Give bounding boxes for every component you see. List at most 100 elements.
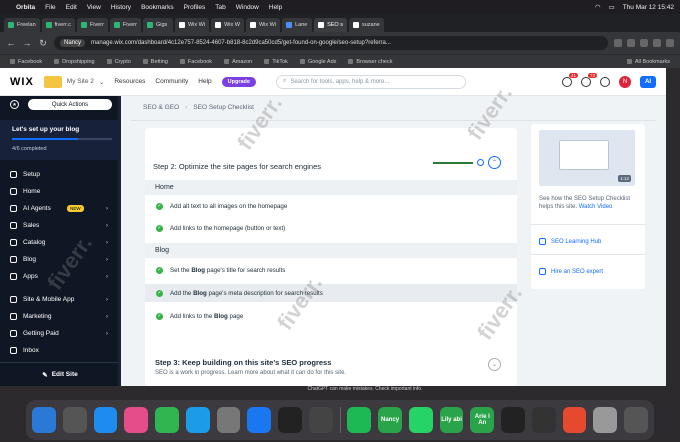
tab[interactable]: Lane (282, 18, 313, 32)
sidebar-item-blog[interactable]: Blog › (0, 251, 118, 268)
brave-icon[interactable] (562, 407, 587, 433)
watch-video-link[interactable]: Watch Video (579, 204, 613, 210)
bookmark[interactable]: Facebook (10, 59, 42, 65)
bookmark[interactable]: Facebook (179, 59, 212, 65)
browser-icon[interactable] (278, 407, 302, 433)
all-bookmarks[interactable]: All Bookmarks (626, 59, 670, 65)
tab[interactable]: Wix W (211, 18, 244, 32)
star-icon[interactable]: ★ (10, 100, 19, 109)
menu-edit[interactable]: Edit (66, 4, 77, 11)
sidebar-item-setup[interactable]: Setup (0, 166, 118, 183)
tab-active[interactable]: SEO s (314, 18, 347, 32)
bookmark[interactable]: Amazon (224, 59, 252, 65)
tab[interactable]: Fiverr (76, 18, 108, 32)
wifi-icon[interactable]: ◠ (595, 3, 601, 11)
sidebar-item-site-mobile-app[interactable]: Site & Mobile App › (0, 291, 118, 308)
whatsapp-icon[interactable] (408, 407, 433, 433)
bookmark[interactable]: Google Ads (299, 59, 336, 65)
extension-icon[interactable] (653, 39, 661, 47)
tab[interactable]: fiverr.c (41, 18, 75, 32)
spotify-icon[interactable] (347, 407, 372, 433)
menu-tab[interactable]: Tab (215, 4, 225, 11)
dock-app-ariel[interactable]: Arie l An (470, 407, 495, 433)
menu-window[interactable]: Window (236, 4, 259, 11)
menu-profiles[interactable]: Profiles (184, 4, 206, 11)
photos-icon[interactable] (124, 407, 148, 433)
safari-icon[interactable] (93, 407, 118, 433)
checklist-item[interactable]: ✓ Add links to the homepage (button or te… (145, 219, 517, 237)
reload-icon[interactable]: ↻ (38, 38, 48, 49)
tab[interactable]: suzane (349, 18, 384, 32)
chevron-down-icon[interactable]: ⌄ (488, 358, 501, 371)
facetime-icon[interactable] (155, 407, 179, 433)
menu-view[interactable]: View (87, 4, 101, 11)
site-selector[interactable]: My Site 2 ⌄ (43, 75, 104, 88)
menu-history[interactable]: History (111, 4, 131, 11)
tab[interactable]: Wix Wi (174, 18, 210, 32)
bookmark[interactable]: Crypto (106, 59, 131, 65)
video-thumbnail[interactable]: 1:12 (539, 130, 635, 186)
app-store-icon[interactable] (247, 407, 271, 433)
tab[interactable]: Gigs (142, 18, 173, 32)
sidebar-item-apps[interactable]: Apps › (0, 268, 118, 285)
breadcrumb-seo[interactable]: SEO & GEO (143, 104, 179, 111)
sidebar-item-home[interactable]: Home (0, 183, 118, 200)
contacts-icon[interactable] (216, 407, 241, 433)
step2-header[interactable]: Step 2: Optimize the site pages for sear… (153, 156, 517, 176)
messages-icon[interactable]: 73 (581, 72, 597, 87)
menu-resources[interactable]: Resources (114, 78, 145, 85)
step3-card[interactable]: Step 3: Keep building on this site's SEO… (145, 346, 517, 386)
tab[interactable]: Fiverr (109, 18, 141, 32)
downloads-icon[interactable] (593, 407, 618, 433)
dock-app-lily[interactable]: Lily abi (439, 407, 464, 433)
checklist-item[interactable]: ✓ Add alt text to all images on the homep… (145, 197, 517, 215)
trash-icon[interactable] (624, 407, 648, 433)
search-input[interactable]: ⌕ Search for tools, apps, help & more... (275, 74, 466, 89)
wix-logo[interactable]: WIX (10, 76, 34, 88)
quick-actions-button[interactable]: Quick Actions (28, 99, 112, 110)
bookmark[interactable]: Browser check (348, 59, 392, 65)
checklist-item[interactable]: ✓ Add the Blog page's meta description fo… (145, 284, 517, 302)
extension-icon[interactable] (640, 39, 648, 47)
battery-icon[interactable]: ▭ (609, 3, 615, 11)
sidebar-item-marketing[interactable]: Marketing › (0, 308, 118, 325)
checklist-item[interactable]: ✓ Set the Blog page's title for search re… (145, 261, 517, 279)
checklist-item[interactable]: ✓ Add links to the Blog page (145, 307, 517, 325)
url-field[interactable]: Nancy manage.wix.com/dashboard/4c12e757-… (54, 36, 608, 50)
hire-seo-expert-link[interactable]: Hire an SEO expert (539, 268, 603, 275)
notifications-icon[interactable]: 41 (562, 72, 578, 87)
profile-chip[interactable]: Nancy (60, 39, 86, 47)
profile-icon[interactable] (308, 407, 333, 433)
avatar[interactable]: N (619, 75, 631, 88)
app-icon[interactable] (185, 407, 210, 433)
extension-icon[interactable] (627, 39, 635, 47)
excel-icon[interactable] (501, 407, 525, 433)
menu-community[interactable]: Community (155, 78, 188, 85)
finder-icon[interactable] (32, 407, 56, 433)
seo-learning-hub-link[interactable]: SEO Learning Hub (539, 238, 601, 245)
bookmark[interactable]: Betting (142, 59, 168, 65)
chevron-up-icon[interactable]: ⌃ (488, 156, 501, 169)
setup-progress-card[interactable]: Let's set up your blog 4/6 completed (0, 120, 120, 160)
bookmark[interactable]: TikTok (264, 59, 288, 65)
menu-help[interactable]: Help (198, 78, 211, 85)
tab[interactable]: Freelan (4, 18, 40, 32)
sidebar-item-ai-agents[interactable]: AI Agents NEW › (0, 200, 118, 217)
launchpad-icon[interactable] (62, 407, 87, 433)
back-icon[interactable]: ← (6, 38, 16, 48)
menu-bookmarks[interactable]: Bookmarks (141, 4, 174, 11)
app-icon[interactable] (531, 407, 556, 433)
tab[interactable]: Wix Wi (245, 18, 281, 32)
help-icon[interactable] (600, 76, 610, 87)
sidebar-item-catalog[interactable]: Catalog › (0, 234, 118, 251)
bookmark[interactable]: Dropshipping (54, 59, 95, 65)
clock[interactable]: Thu Mar 12 15:42 (623, 4, 674, 11)
menu-help[interactable]: Help (269, 4, 282, 11)
forward-icon[interactable]: → (22, 38, 32, 48)
extension-icon[interactable] (666, 39, 674, 47)
sidebar-item-sales[interactable]: Sales › (0, 217, 118, 234)
ai-button[interactable]: AI (640, 75, 656, 88)
menu-file[interactable]: File (45, 4, 55, 11)
edit-site-button[interactable]: ✎ Edit Site (0, 362, 120, 386)
upgrade-button[interactable]: Upgrade (221, 76, 256, 87)
